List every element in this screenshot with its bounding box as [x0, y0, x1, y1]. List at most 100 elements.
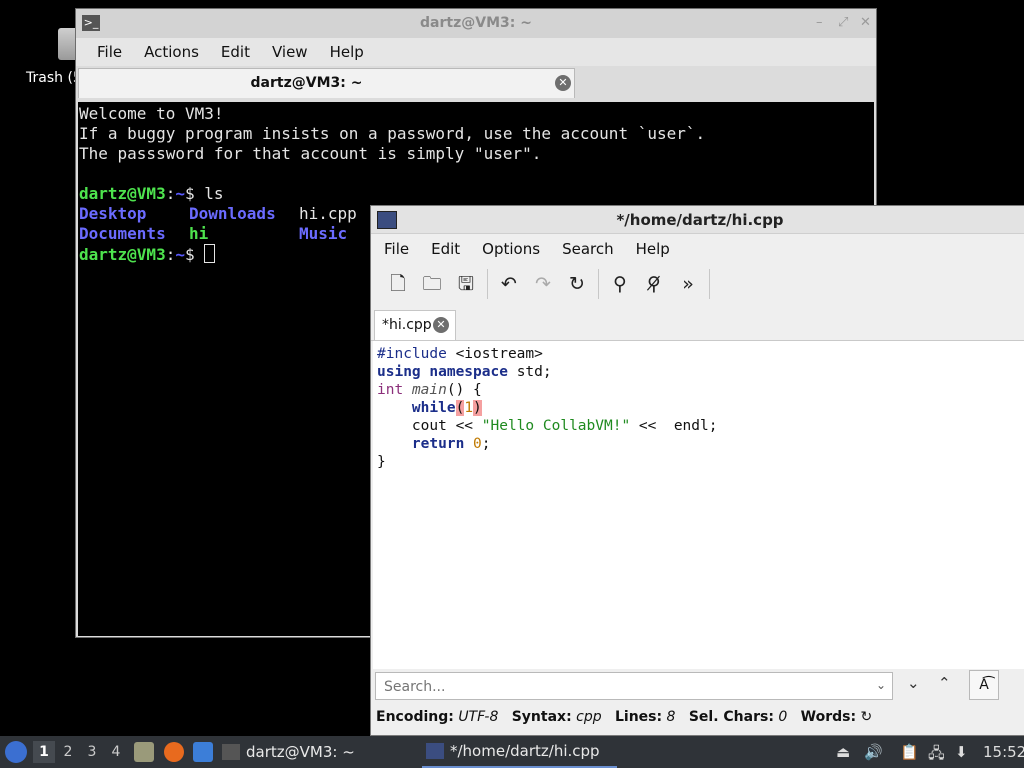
- editor-tab[interactable]: *hi.cpp ✕: [374, 310, 456, 340]
- start-menu-icon[interactable]: [5, 741, 27, 763]
- bracket-match: ): [473, 400, 482, 416]
- code-token: 0: [473, 436, 482, 452]
- code-token: << endl;: [630, 418, 718, 434]
- prompt-command: ls: [204, 184, 224, 203]
- code-line: while(1): [377, 399, 1024, 417]
- workspace-3[interactable]: 3: [81, 741, 103, 763]
- status-label: Encoding:: [376, 709, 454, 725]
- network-icon[interactable]: 🖧: [928, 743, 945, 768]
- prompt-path: ~: [175, 245, 185, 264]
- prompt-path: ~: [175, 184, 185, 203]
- status-value: cpp: [576, 709, 602, 725]
- code-token: <iostream>: [446, 346, 543, 362]
- status-label: Sel. Chars:: [688, 709, 774, 725]
- code-line: int main() {: [377, 381, 1024, 399]
- menu-help[interactable]: Help: [625, 240, 681, 258]
- firefox-icon[interactable]: [164, 742, 184, 762]
- match-case-button[interactable]: A͡: [969, 670, 999, 700]
- editor-toolbar: 🗋 🗀 🖫 ↶ ↷ ↻ ⚲ ⚲̸ »: [371, 264, 1024, 304]
- go-to-line-icon[interactable]: »: [671, 269, 705, 299]
- chevron-down-icon[interactable]: ⌄: [876, 678, 886, 692]
- menu-actions[interactable]: Actions: [133, 43, 210, 61]
- terminal-line: Welcome to VM3!: [79, 104, 224, 123]
- workspace-2[interactable]: 2: [57, 741, 79, 763]
- status-label: Lines:: [614, 709, 663, 725]
- bracket-match: (: [455, 400, 465, 416]
- search-input[interactable]: [382, 674, 866, 700]
- toolbar-separator: [487, 269, 488, 299]
- editor-title: */home/dartz/hi.cpp: [616, 211, 784, 229]
- menu-view[interactable]: View: [261, 43, 319, 61]
- ls-entry: hi.cpp: [299, 204, 357, 223]
- code-token: #include: [377, 346, 447, 362]
- trash-label: Trash (5: [26, 70, 82, 86]
- reload-icon[interactable]: ↻: [560, 269, 594, 299]
- prompt-sep: :: [165, 184, 176, 203]
- terminal-prompt-line: dartz@VM3:~$ ls: [79, 184, 874, 204]
- close-tab-icon[interactable]: ✕: [433, 317, 449, 333]
- terminal-menubar: File Actions Edit View Help: [76, 38, 876, 66]
- workspace-1[interactable]: 1: [33, 741, 55, 763]
- file-manager-icon[interactable]: [134, 742, 154, 762]
- find-replace-icon[interactable]: ⚲̸: [637, 269, 671, 299]
- ls-entry: Music: [299, 224, 348, 243]
- menu-options[interactable]: Options: [471, 240, 551, 258]
- menu-edit[interactable]: Edit: [420, 240, 471, 258]
- update-icon[interactable]: ⬇: [955, 743, 968, 761]
- removable-media-icon[interactable]: ⏏: [836, 743, 850, 761]
- task-terminal[interactable]: dartz@VM3: ~: [222, 736, 417, 768]
- toolbar-separator: [598, 269, 599, 299]
- code-line: cout << "Hello CollabVM!" << endl;: [377, 417, 1024, 435]
- redo-icon[interactable]: ↷: [526, 269, 560, 299]
- workspace-4[interactable]: 4: [105, 741, 127, 763]
- search-field[interactable]: ⌄: [375, 672, 893, 700]
- terminal-line: If a buggy program insists on a password…: [79, 124, 706, 143]
- save-icon[interactable]: 🖫: [449, 269, 483, 299]
- code-line: using namespace std;: [377, 363, 1024, 381]
- code-token: using: [377, 364, 421, 380]
- terminal-tab-label: dartz@VM3: ~: [250, 75, 363, 91]
- new-file-icon[interactable]: 🗋: [381, 269, 415, 299]
- editor-titlebar[interactable]: */home/dartz/hi.cpp: [371, 206, 1024, 234]
- terminal-tabbar: dartz@VM3: ~ ✕: [76, 66, 876, 100]
- terminal-titlebar[interactable]: >_ dartz@VM3: ~ – ⤢ ✕: [76, 9, 876, 38]
- prompt-dollar: $: [184, 245, 205, 264]
- maximize-icon[interactable]: ⤢: [838, 15, 848, 30]
- menu-file[interactable]: File: [373, 240, 420, 258]
- code-line: }: [377, 453, 1024, 471]
- code-line: #include <iostream>: [377, 345, 1024, 363]
- task-terminal-label: dartz@VM3: ~: [246, 743, 355, 761]
- find-icon[interactable]: ⚲: [603, 269, 637, 299]
- editor-app-icon: [426, 743, 444, 759]
- task-editor-label: */home/dartz/hi.cpp: [450, 742, 600, 760]
- find-next-icon[interactable]: ⌄: [907, 674, 920, 692]
- open-folder-icon[interactable]: 🗀: [415, 269, 449, 299]
- clipboard-icon[interactable]: 📋: [900, 743, 919, 761]
- status-label: Words:: [800, 709, 857, 725]
- prompt-user: dartz@VM3: [79, 245, 166, 264]
- menu-help[interactable]: Help: [319, 43, 375, 61]
- code-token: () {: [446, 382, 482, 398]
- task-editor[interactable]: */home/dartz/hi.cpp: [422, 736, 617, 768]
- menu-file[interactable]: File: [86, 43, 133, 61]
- close-tab-icon[interactable]: ✕: [555, 75, 571, 91]
- show-desktop-icon[interactable]: [193, 742, 213, 762]
- code-token: "Hello CollabVM!": [481, 418, 631, 434]
- code-editor[interactable]: #include <iostream> using namespace std;…: [373, 341, 1024, 669]
- volume-icon[interactable]: 🔊: [864, 743, 883, 761]
- ls-entry: hi: [189, 224, 209, 243]
- terminal-tab[interactable]: dartz@VM3: ~ ✕: [78, 68, 575, 98]
- minimize-icon[interactable]: –: [816, 15, 823, 30]
- editor-tab-label: *hi.cpp: [382, 317, 432, 333]
- terminal-line: The passsword for that account is simply…: [79, 144, 542, 163]
- terminal-cursor: [204, 244, 216, 263]
- find-previous-icon[interactable]: ⌃: [938, 674, 951, 692]
- menu-search[interactable]: Search: [551, 240, 625, 258]
- close-icon[interactable]: ✕: [860, 15, 871, 30]
- undo-icon[interactable]: ↶: [492, 269, 526, 299]
- refresh-icon[interactable]: ↻: [861, 709, 873, 725]
- clock[interactable]: 15:52: [983, 743, 1024, 761]
- menu-edit[interactable]: Edit: [210, 43, 261, 61]
- status-label: Syntax:: [511, 709, 572, 725]
